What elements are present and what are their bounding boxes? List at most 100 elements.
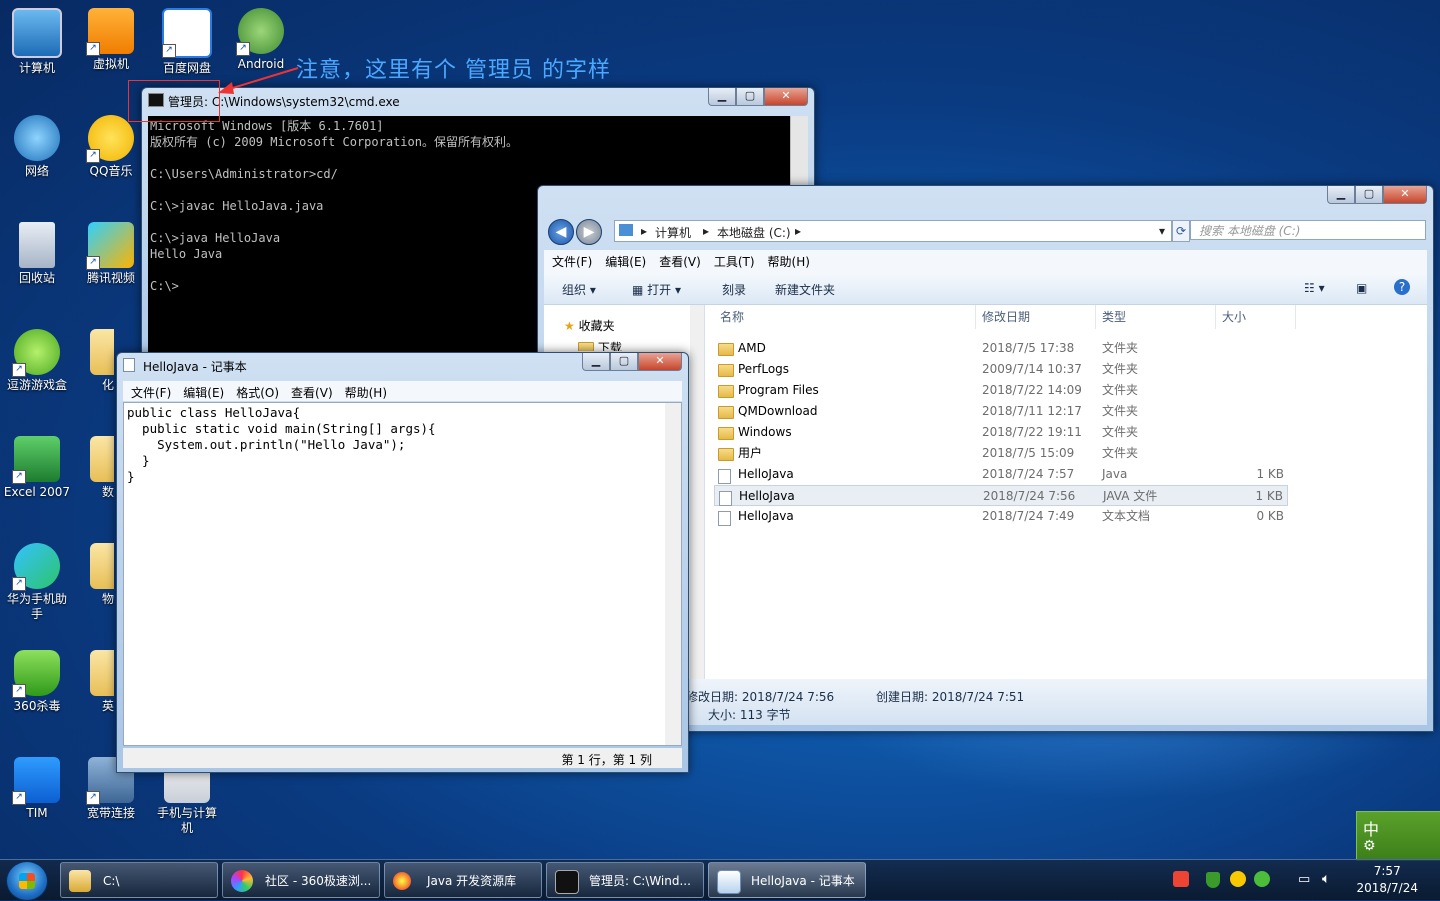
back-button[interactable]: ◀ bbox=[548, 219, 574, 245]
close-button[interactable]: ✕ bbox=[638, 353, 682, 371]
cell-name: QMDownload bbox=[738, 404, 818, 418]
cell-date: 2018/7/24 7:56 bbox=[983, 489, 1076, 503]
refresh-button[interactable]: ⟳ bbox=[1172, 220, 1190, 242]
desktop-icon-computer[interactable]: 计算机 bbox=[0, 8, 74, 76]
cell-size: 1 KB bbox=[1256, 467, 1284, 481]
notepad-window[interactable]: HelloJava - 记事本 ▁ ▢ ✕ 文件(F) 编辑(E) 格式(O) 查看(… bbox=[116, 352, 689, 773]
cell-date: 2018/7/5 15:09 bbox=[982, 446, 1075, 460]
breadcrumb-computer[interactable]: 计算机 bbox=[655, 224, 691, 241]
cmd-output: Microsoft Windows [版本 6.1.7601] 版权所有 (c)… bbox=[150, 119, 518, 293]
breadcrumb-c-drive[interactable]: 本地磁盘 (C:) bbox=[717, 224, 791, 241]
sogou-icon[interactable] bbox=[1173, 871, 1189, 887]
address-bar[interactable]: ▸ 计算机 ▸ 本地磁盘 (C:) ▸ ▾ bbox=[614, 220, 1172, 242]
volume-icon[interactable]: 🔈︎ bbox=[1322, 871, 1330, 887]
desktop-icon-game-box[interactable]: ↗ 逗游游戏盒 bbox=[0, 329, 74, 393]
minimize-button[interactable]: ▁ bbox=[708, 88, 736, 106]
explorer-menubar: 文件(F) 编辑(E) 查看(V) 工具(T) 帮助(H) bbox=[544, 250, 1427, 272]
file-row[interactable]: HelloJava 2018/7/24 7:56 JAVA 文件 1 KB bbox=[714, 485, 1288, 506]
clock[interactable]: 7:57 2018/7/24 bbox=[1356, 863, 1418, 897]
notepad-editor[interactable]: public class HelloJava{ public static vo… bbox=[123, 402, 682, 746]
file-row[interactable]: HelloJava 2018/7/24 7:57 Java 1 KB bbox=[714, 464, 1288, 485]
leaf-icon[interactable] bbox=[1254, 871, 1270, 887]
column-header-size[interactable]: 大小 bbox=[1216, 305, 1296, 329]
network-tray-icon[interactable]: ▭ bbox=[1298, 872, 1310, 887]
cell-date: 2018/7/24 7:49 bbox=[982, 509, 1075, 523]
explorer-titlebar[interactable]: ▁ ▢ ✕ bbox=[538, 186, 1433, 210]
file-row[interactable]: HelloJava 2018/7/24 7:49 文本文档 0 KB bbox=[714, 506, 1288, 527]
plus-icon[interactable] bbox=[1230, 871, 1246, 887]
cell-name: PerfLogs bbox=[738, 362, 790, 376]
maximize-button[interactable]: ▢ bbox=[610, 353, 638, 371]
desktop-icon-vm[interactable]: ↗ 虚拟机 bbox=[74, 8, 148, 72]
file-row[interactable]: Program Files 2018/7/22 14:09 文件夹 bbox=[714, 380, 1288, 401]
start-button[interactable] bbox=[6, 861, 48, 901]
desktop-icon-tencent-video[interactable]: ↗ 腾讯视频 bbox=[74, 222, 148, 286]
minimize-button[interactable]: ▁ bbox=[1327, 186, 1355, 204]
taskbar-item-browser[interactable]: 社区 - 360极速浏... bbox=[222, 862, 380, 898]
taskbar-item-explorer[interactable]: C:\ bbox=[60, 862, 218, 898]
desktop-icon-qqmusic[interactable]: ↗ QQ音乐 bbox=[74, 115, 148, 179]
menu-file[interactable]: 文件(F) bbox=[544, 250, 597, 270]
column-header-type[interactable]: 类型 bbox=[1096, 305, 1216, 329]
forward-button[interactable]: ▶ bbox=[576, 219, 602, 245]
maximize-button[interactable]: ▢ bbox=[1355, 186, 1383, 204]
desktop-icon-360[interactable]: ↗ 360杀毒 bbox=[0, 650, 74, 714]
minimize-button[interactable]: ▁ bbox=[582, 353, 610, 371]
desktop-icon-folder-ying[interactable]: 英 bbox=[74, 650, 114, 714]
file-row[interactable]: PerfLogs 2009/7/14 10:37 文件夹 bbox=[714, 359, 1288, 380]
desktop-icon-android-studio[interactable]: ↗ Android Studio bbox=[224, 8, 298, 72]
notepad-titlebar[interactable]: HelloJava - 记事本 ▁ ▢ ✕ bbox=[117, 353, 688, 377]
file-row[interactable]: AMD 2018/7/5 17:38 文件夹 bbox=[714, 338, 1288, 359]
menu-edit[interactable]: 编辑(E) bbox=[597, 250, 651, 270]
file-row[interactable]: 用户 2018/7/5 15:09 文件夹 bbox=[714, 443, 1288, 464]
close-button[interactable]: ✕ bbox=[1383, 186, 1427, 204]
new-folder-button[interactable]: 新建文件夹 bbox=[775, 281, 835, 298]
chevron-down-icon[interactable]: ▾ bbox=[1159, 224, 1165, 238]
desktop-icon-network[interactable]: 网络 bbox=[0, 115, 74, 179]
maximize-button[interactable]: ▢ bbox=[736, 88, 764, 106]
burn-button[interactable]: 刻录 bbox=[722, 281, 746, 298]
menu-help[interactable]: 帮助(H) bbox=[760, 250, 815, 270]
menu-tools[interactable]: 工具(T) bbox=[706, 250, 760, 270]
desktop-icon-folder-wu[interactable]: 物 bbox=[74, 543, 114, 607]
chevron-right-icon: ▸ bbox=[795, 224, 802, 238]
nav-scrollbar[interactable] bbox=[690, 305, 704, 679]
gear-icon[interactable]: ⚙ bbox=[1363, 838, 1376, 854]
menu-edit[interactable]: 编辑(E) bbox=[175, 381, 228, 401]
desktop-icon-huawei[interactable]: ↗ 华为手机助手 bbox=[0, 543, 74, 622]
ime-widget[interactable]: 中 ⚙ bbox=[1356, 811, 1440, 861]
desktop-icon-folder-hua[interactable]: 化 bbox=[74, 329, 114, 393]
cell-name: HelloJava bbox=[739, 489, 795, 503]
file-row[interactable]: Windows 2018/7/22 19:11 文件夹 bbox=[714, 422, 1288, 443]
shield-icon[interactable] bbox=[1206, 872, 1220, 888]
file-row[interactable]: QMDownload 2018/7/11 12:17 文件夹 bbox=[714, 401, 1288, 422]
open-button[interactable]: ▦ 打开 ▾ bbox=[632, 281, 681, 298]
menu-view[interactable]: 查看(V) bbox=[651, 250, 706, 270]
column-header-name[interactable]: 名称 bbox=[714, 305, 976, 329]
menu-help[interactable]: 帮助(H) bbox=[337, 381, 391, 401]
folder-icon bbox=[578, 342, 594, 351]
preview-pane-icon[interactable]: ▣ bbox=[1356, 281, 1367, 295]
desktop-icon-recycle-bin[interactable]: 回收站 bbox=[0, 222, 74, 286]
close-button[interactable]: ✕ bbox=[764, 88, 808, 106]
desktop-icon-folder-shu[interactable]: 数 bbox=[74, 436, 114, 500]
taskbar-item-cmd[interactable]: 管理员: C:\Wind... bbox=[546, 862, 704, 898]
search-input[interactable]: 搜索 本地磁盘 (C:) bbox=[1190, 220, 1426, 240]
nav-downloads[interactable]: 下载 bbox=[578, 339, 622, 351]
taskbar-item-java-docs[interactable]: Java 开发资源库 bbox=[384, 862, 542, 898]
menu-format[interactable]: 格式(O) bbox=[228, 381, 283, 401]
taskbar-item-notepad[interactable]: HelloJava - 记事本 bbox=[708, 862, 866, 898]
editor-scrollbar[interactable] bbox=[665, 403, 681, 745]
column-header-date[interactable]: 修改日期 bbox=[976, 305, 1096, 329]
cell-date: 2018/7/24 7:57 bbox=[982, 467, 1075, 481]
desktop-icon-tim[interactable]: ↗ TIM bbox=[0, 757, 74, 821]
organize-button[interactable]: 组织 ▾ bbox=[562, 281, 596, 298]
menu-file[interactable]: 文件(F) bbox=[123, 381, 175, 401]
menu-view[interactable]: 查看(V) bbox=[283, 381, 337, 401]
help-icon[interactable]: ? bbox=[1394, 279, 1410, 295]
desktop-icon-excel[interactable]: ↗ Excel 2007 bbox=[0, 436, 74, 500]
view-options-icon[interactable]: ☷ ▾ bbox=[1304, 281, 1325, 295]
nav-favorites[interactable]: ★ 收藏夹 bbox=[564, 317, 615, 334]
huawei-assistant-icon: ↗ bbox=[12, 543, 60, 591]
cell-type: 文件夹 bbox=[1102, 341, 1139, 355]
